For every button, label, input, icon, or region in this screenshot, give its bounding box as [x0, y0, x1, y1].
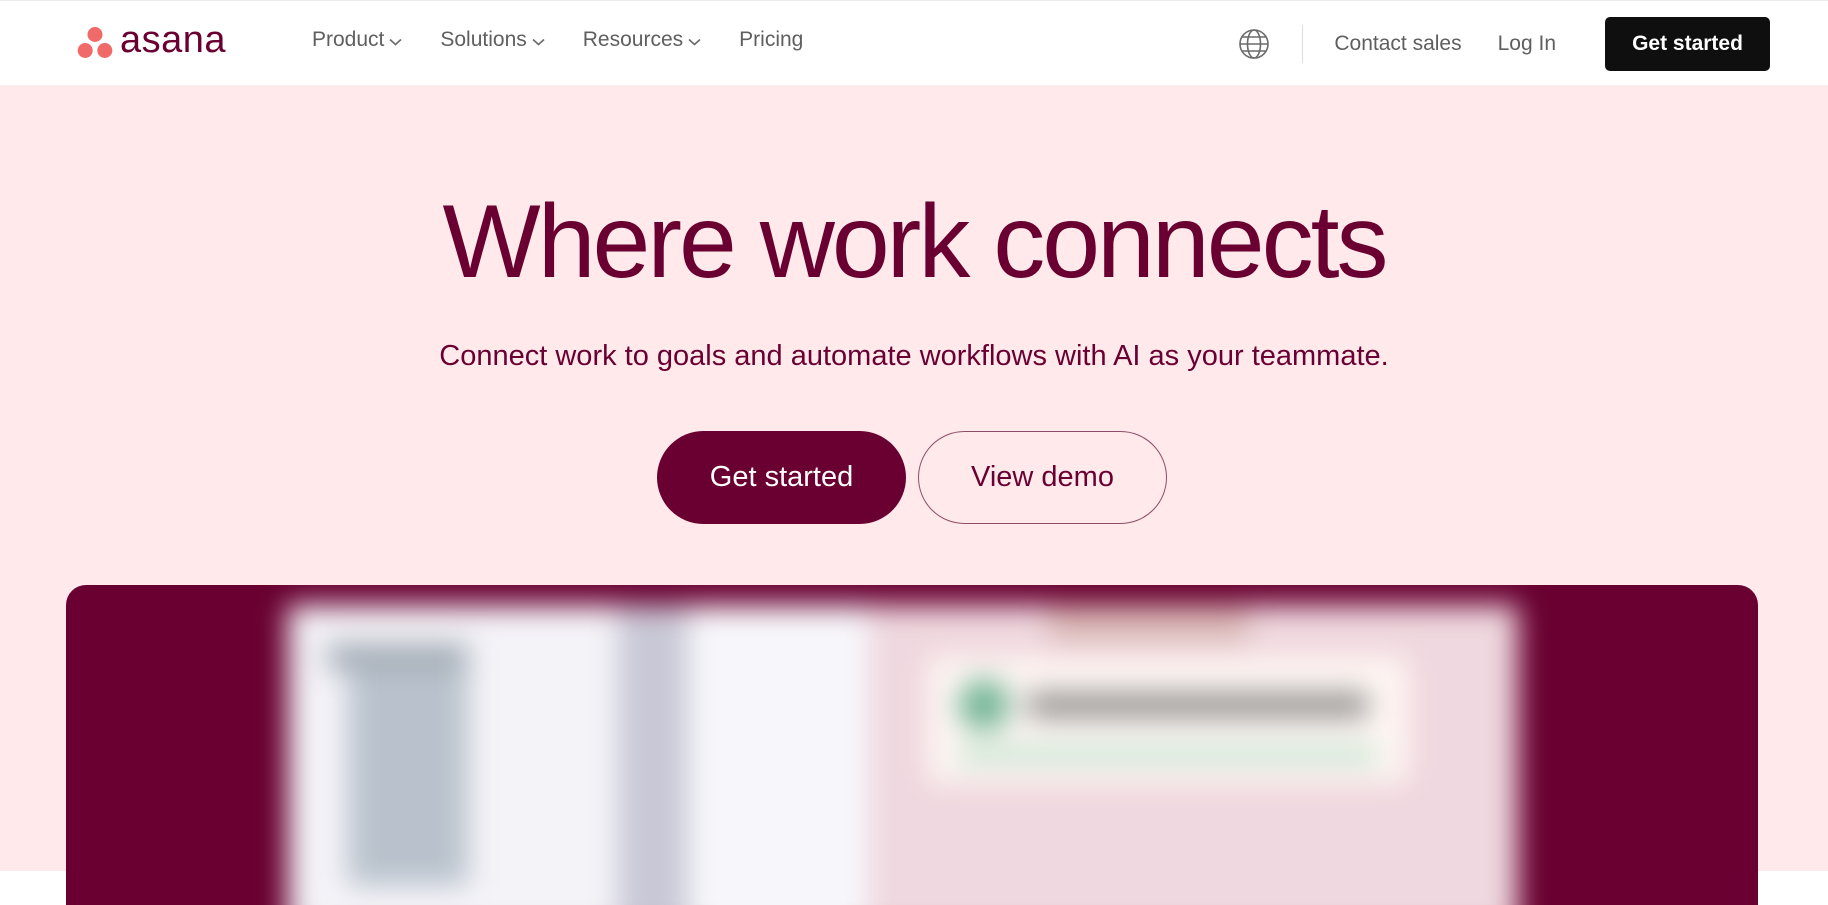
asana-logo[interactable]: asana [77, 19, 227, 63]
preview-divider-pane [618, 605, 688, 905]
header-divider [1302, 25, 1304, 63]
top-navigation-bar: asana Product Solutions Resources Pricin… [0, 0, 1828, 85]
preview-top-strip [1048, 605, 1248, 641]
chevron-down-icon [389, 38, 402, 46]
login-link[interactable]: Log In [1498, 32, 1556, 56]
preview-progress-bar [958, 747, 1378, 763]
hero-headline: Where work connects [442, 184, 1389, 300]
preview-notification-card [928, 657, 1408, 783]
hero-section: Where work connects Connect work to goal… [0, 85, 1828, 905]
nav-item-product[interactable]: Product [312, 28, 402, 52]
view-demo-button[interactable]: View demo [918, 431, 1167, 524]
preview-avatar [958, 679, 1010, 731]
nav-item-label: Solutions [440, 28, 527, 51]
blurred-app-screenshot [288, 605, 1518, 905]
preview-sidebar-pane [288, 605, 618, 905]
hero-get-started-button[interactable]: Get started [657, 431, 906, 524]
chevron-down-icon [688, 38, 701, 46]
header-actions: Contact sales Log In Get started [1238, 17, 1770, 71]
header-get-started-button[interactable]: Get started [1605, 17, 1770, 71]
preview-list-pane [688, 605, 868, 905]
brand-name: asana [120, 19, 227, 61]
preview-content-block [348, 665, 468, 885]
nav-item-pricing[interactable]: Pricing [739, 28, 803, 52]
asana-logo-icon [77, 27, 113, 58]
hero-subheadline: Connect work to goals and automate workf… [439, 340, 1389, 372]
chevron-down-icon [532, 38, 545, 46]
nav-item-label: Resources [582, 28, 684, 51]
nav-item-label: Pricing [739, 28, 804, 51]
hero-cta-row: Get started View demo [657, 431, 1167, 524]
contact-sales-link[interactable]: Contact sales [1334, 32, 1461, 56]
product-preview-image [66, 585, 1758, 905]
nav-item-solutions[interactable]: Solutions [440, 28, 545, 52]
main-nav: Product Solutions Resources Pricing [312, 28, 841, 52]
preview-card-title-bar [1028, 693, 1368, 717]
globe-icon[interactable] [1238, 28, 1270, 60]
nav-item-resources[interactable]: Resources [583, 28, 701, 52]
nav-item-label: Product [312, 28, 385, 51]
